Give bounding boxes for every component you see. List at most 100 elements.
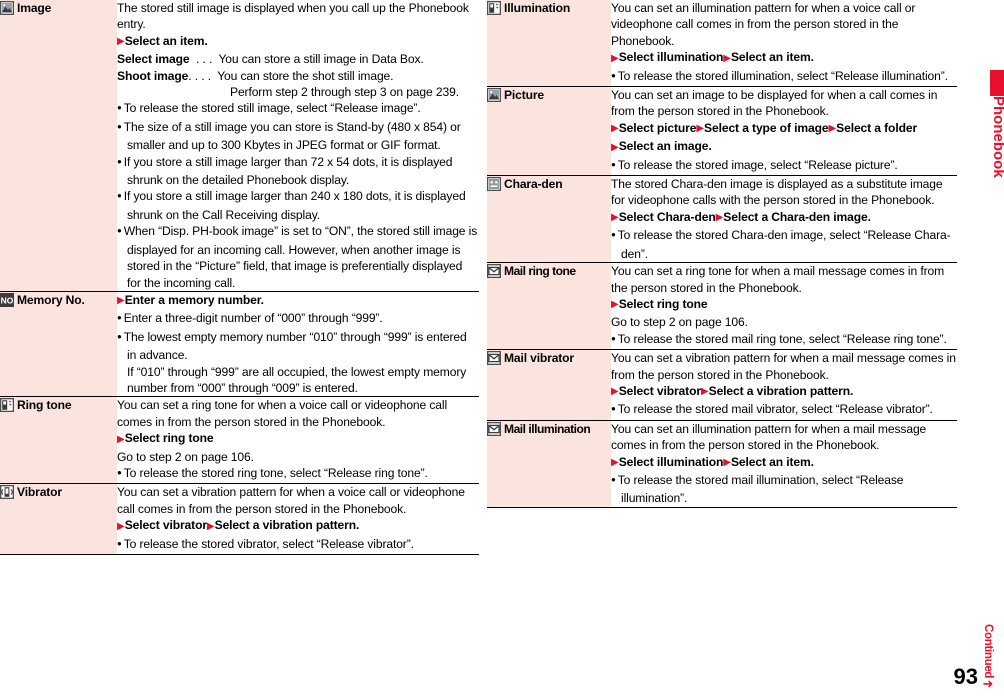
bullet-icon: ● bbox=[611, 333, 616, 343]
ring-tone-icon bbox=[0, 398, 14, 413]
left-column: Image The stored still image is displayed… bbox=[0, 0, 479, 555]
desc-action-line: ▶Select illumination▶Select an item. bbox=[611, 49, 957, 67]
desc-bullet-line: ● If you store a still image larger than … bbox=[117, 189, 466, 222]
spec-row-label: Chara-den bbox=[487, 176, 611, 192]
mail-illumination-icon bbox=[487, 421, 501, 436]
desc-bullet-line: ● The size of a still image you can store… bbox=[117, 119, 461, 153]
spec-row-description: You can set a ring tone for when a voice… bbox=[117, 397, 479, 483]
action-arrow-icon: ▶ bbox=[117, 433, 125, 445]
spec-row-label-text: Vibrator bbox=[17, 485, 62, 500]
spec-row-description-cell: You can set an illumination pattern for … bbox=[611, 0, 957, 87]
desc-action-line: ▶Select illumination▶Select an item. bbox=[611, 454, 957, 472]
spec-row-description-cell: You can set a vibration pattern for when… bbox=[611, 349, 957, 421]
spec-row-description: The stored still image is displayed when… bbox=[117, 0, 479, 291]
spec-row-label-cell: Chara-den bbox=[487, 175, 611, 263]
spec-row-label: Ring tone bbox=[0, 397, 117, 413]
spec-table-right: Illumination You can set an illumination … bbox=[487, 0, 957, 508]
desc-bullet-line: ● When “Disp. PH-book image” is set to “O… bbox=[117, 224, 478, 290]
spec-row-label: Mail illumination bbox=[487, 421, 611, 436]
bullet-icon: ● bbox=[611, 230, 616, 240]
desc-paragraph: You can set an image to be displayed for… bbox=[611, 88, 938, 119]
spec-row: Mail vibrator You can set a vibration pat… bbox=[487, 349, 957, 421]
spec-row-description-cell: You can set an illumination pattern for … bbox=[611, 419, 957, 508]
phonebook-edge-tab-label: Phonebook bbox=[990, 96, 1004, 178]
desc-paragraph: Go to step 2 on page 106. bbox=[611, 315, 748, 330]
picture-icon bbox=[487, 88, 501, 103]
vibrator-icon bbox=[0, 485, 14, 500]
desc-paragraph: You can set a ring tone for when a mail … bbox=[611, 264, 945, 295]
desc-paragraph: You can set a vibration pattern for when… bbox=[611, 351, 956, 382]
spec-row-description: The stored Chara-den image is displayed … bbox=[611, 176, 957, 262]
desc-bullet-line: ● To release the stored ring tone, select… bbox=[117, 465, 428, 480]
action-label: Select ring tone bbox=[124, 431, 214, 446]
desc-bullet-line: ● To release the stored mail ring tone, s… bbox=[611, 331, 947, 346]
spec-row-label-text: Illumination bbox=[504, 1, 571, 15]
option-dots: . . . . bbox=[188, 68, 218, 83]
action-label: Enter a memory number. bbox=[124, 292, 264, 307]
continued-arrow-icon: ➜ bbox=[982, 676, 994, 691]
spec-row: Vibrator You can set a vibration pattern … bbox=[0, 483, 479, 555]
desc-bullet-line: ● To release the stored mail illumination… bbox=[611, 472, 904, 506]
spec-row-label-cell: Image bbox=[0, 0, 117, 292]
action-arrow-icon: ▶ bbox=[611, 52, 619, 64]
desc-action-line: ▶Select picture▶Select a type of image▶S… bbox=[611, 120, 957, 138]
desc-paragraph: You can set an illumination pattern for … bbox=[611, 1, 916, 48]
spec-row-description-cell: You can set a ring tone for when a voice… bbox=[117, 396, 479, 484]
desc-action-line: ▶Select vibrator▶Select a vibration patt… bbox=[611, 383, 957, 401]
spec-row: Mail illumination You can set an illumina… bbox=[487, 419, 957, 508]
action-arrow-icon: ▶ bbox=[117, 36, 125, 48]
bullet-icon: ● bbox=[117, 313, 122, 323]
spec-row-label: Illumination bbox=[487, 0, 611, 15]
spec-row-description-cell: You can set a vibration pattern for when… bbox=[117, 483, 479, 555]
action-label: Select illumination bbox=[618, 454, 724, 469]
action-label: Select Chara-den bbox=[618, 209, 716, 224]
spec-row-label: Vibrator bbox=[0, 484, 117, 500]
desc-paragraph: You can set a vibration pattern for when… bbox=[117, 485, 465, 516]
desc-bullet-line: ● To release the stored still image, sele… bbox=[117, 101, 421, 116]
action-label: Select an item. bbox=[730, 50, 814, 65]
spec-row-label-cell: NO Memory No. bbox=[0, 290, 117, 397]
desc-paragraph: You can set a ring tone for when a voice… bbox=[117, 398, 448, 429]
memory-no-icon: NO bbox=[0, 292, 14, 307]
option-term: Shoot image bbox=[117, 68, 189, 83]
desc-bullet-line: ● To release the stored Chara-den image, … bbox=[611, 228, 951, 261]
desc-option-line: Select image . . . You can store a still… bbox=[117, 51, 479, 67]
bullet-icon: ● bbox=[117, 121, 122, 131]
spec-row-label: NO Memory No. bbox=[0, 292, 117, 307]
bullet-icon: ● bbox=[611, 404, 616, 414]
spec-row-label-text: Mail vibrator bbox=[504, 351, 574, 366]
spec-row: Mail ring tone You can set a ring tone fo… bbox=[487, 262, 957, 350]
spec-row-label-text: Mail illumination bbox=[504, 421, 591, 436]
bullet-icon: ● bbox=[117, 156, 122, 166]
desc-option-line: Shoot image. . . . You can store the sho… bbox=[117, 68, 479, 84]
mail-vibrator-icon bbox=[487, 351, 501, 366]
bullet-icon: ● bbox=[611, 159, 616, 169]
action-label: Select picture bbox=[618, 120, 697, 135]
bullet-icon: ● bbox=[117, 226, 122, 236]
spec-row-label-text: Image bbox=[17, 1, 52, 15]
spec-row: Ring tone You can set a ring tone for whe… bbox=[0, 396, 479, 484]
chara-den-icon bbox=[487, 177, 501, 192]
action-label: Select an image. bbox=[618, 139, 712, 154]
desc-bullet-line: ● To release the stored vibrator, select … bbox=[117, 536, 414, 551]
desc-bullet-line: ● To release the stored image, select “Re… bbox=[611, 157, 898, 172]
spec-row: Image The stored still image is displayed… bbox=[0, 0, 479, 292]
action-arrow-icon: ▶ bbox=[715, 212, 724, 224]
spec-row-description-cell: The stored Chara-den image is displayed … bbox=[611, 175, 957, 263]
spec-row-description: You can set an image to be displayed for… bbox=[611, 87, 957, 175]
spec-row-label: Mail vibrator bbox=[487, 350, 611, 366]
spec-row-description: You can set a vibration pattern for when… bbox=[117, 484, 479, 554]
action-arrow-icon: ▶ bbox=[723, 52, 731, 64]
action-arrow-icon: ▶ bbox=[611, 123, 619, 135]
desc-bullet-line: ● The lowest empty memory number “010” th… bbox=[117, 329, 467, 363]
desc-action-line: ▶Select vibrator▶Select a vibration patt… bbox=[117, 517, 479, 535]
action-label: Select ring tone bbox=[618, 296, 708, 311]
action-arrow-icon: ▶ bbox=[117, 295, 125, 307]
spec-row-description-cell: The stored still image is displayed when… bbox=[117, 0, 479, 292]
bullet-icon: ● bbox=[611, 474, 616, 484]
right-column: Illumination You can set an illumination … bbox=[487, 0, 957, 508]
spec-row-label: Image bbox=[0, 0, 117, 15]
desc-paragraph: You can set an illumination pattern for … bbox=[611, 421, 927, 453]
action-label: Select a Chara-den image. bbox=[723, 209, 871, 224]
action-label: Select a vibration pattern. bbox=[214, 518, 360, 533]
